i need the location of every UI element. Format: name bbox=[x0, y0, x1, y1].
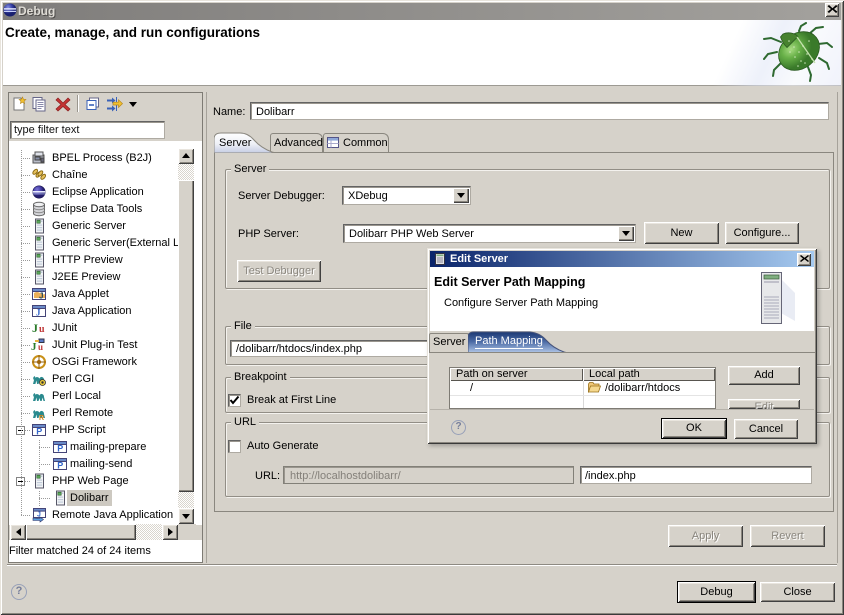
svg-text:u: u bbox=[38, 342, 43, 352]
svg-text:P: P bbox=[36, 427, 42, 437]
svg-text:J: J bbox=[31, 341, 37, 353]
svg-text:R: R bbox=[39, 415, 44, 421]
svg-text:J: J bbox=[32, 321, 38, 335]
svg-text:J: J bbox=[39, 292, 43, 301]
svg-text:P: P bbox=[57, 444, 63, 454]
svg-text:u: u bbox=[39, 324, 45, 335]
svg-text:P: P bbox=[57, 461, 63, 471]
svg-text:J: J bbox=[36, 308, 41, 318]
